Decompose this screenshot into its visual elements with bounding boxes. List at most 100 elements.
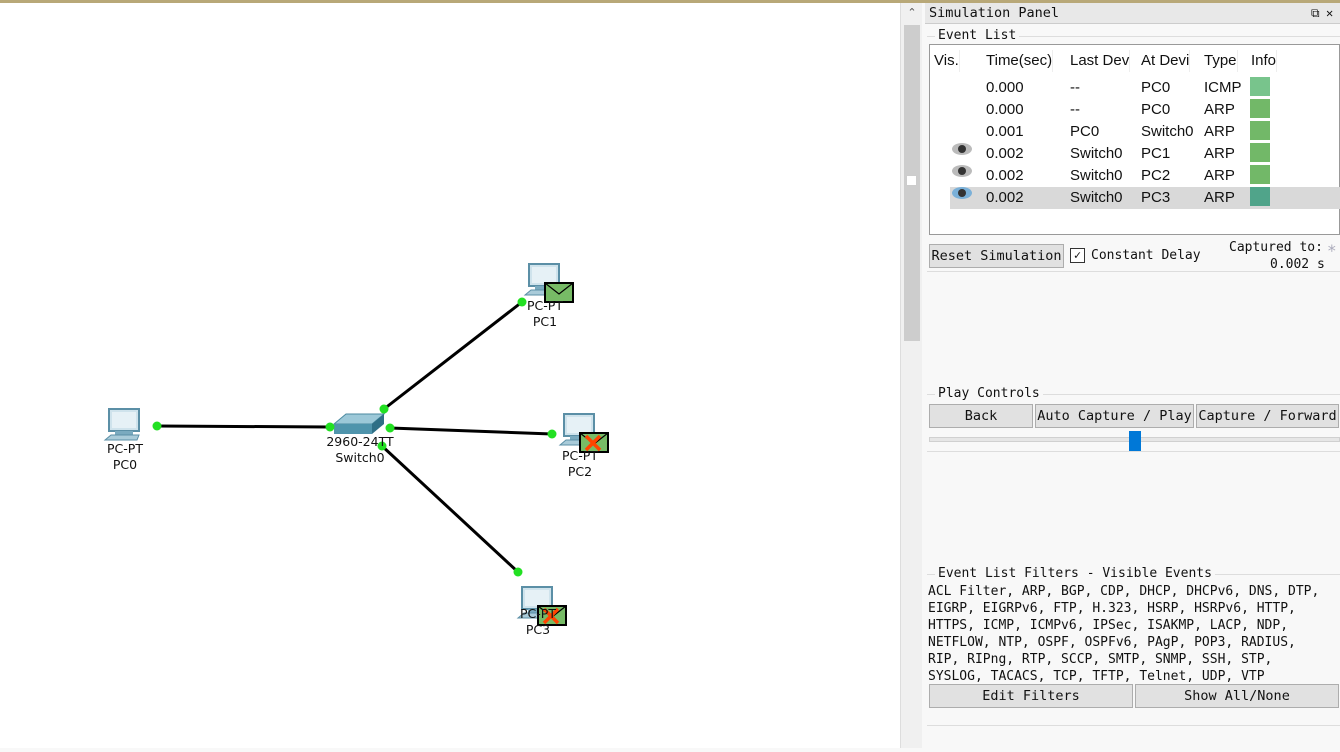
divider xyxy=(927,271,1340,272)
canvas-vertical-scrollbar[interactable]: ⌃ xyxy=(900,3,922,748)
port-light xyxy=(385,423,395,433)
play-controls-group: Play Controls xyxy=(927,386,1340,402)
cell-last: Switch0 xyxy=(1070,167,1123,184)
event-row[interactable]: 0.000 -- PC0 ARP xyxy=(930,99,1340,121)
cell-at: PC3 xyxy=(1141,189,1171,206)
event-row[interactable]: 0.002 Switch0 PC2 ARP xyxy=(930,165,1340,187)
info-color-swatch[interactable] xyxy=(1250,143,1270,162)
pc3-name-label: PC3 xyxy=(526,622,550,637)
port-light xyxy=(513,567,523,577)
link-switch0-pc1[interactable] xyxy=(383,300,523,411)
cell-type: ICMP xyxy=(1204,79,1242,96)
cell-last: -- xyxy=(1070,101,1080,118)
back-button[interactable]: Back xyxy=(929,404,1033,428)
show-all-none-button[interactable]: Show All/None xyxy=(1135,684,1339,708)
table-header: Vis. Time(sec) Last Dev At Devi Type Inf… xyxy=(930,45,1340,72)
captured-to-value: 0.002 s xyxy=(1270,257,1325,272)
switch0-name-label: Switch0 xyxy=(335,450,384,465)
info-color-swatch[interactable] xyxy=(1250,121,1270,140)
info-color-swatch[interactable] xyxy=(1250,77,1270,96)
auto-capture-play-button[interactable]: Auto Capture / Play xyxy=(1035,404,1194,428)
pc2-model-label: PC-PT xyxy=(562,448,598,463)
cell-type: ARP xyxy=(1204,101,1235,118)
visible-events-list: ACL Filter, ARP, BGP, CDP, DHCP, DHCPv6,… xyxy=(928,583,1340,685)
constant-delay-checkbox[interactable]: ✓ xyxy=(1070,248,1085,263)
col-last-device[interactable]: Last Dev xyxy=(1070,50,1131,72)
cell-time: 0.001 xyxy=(986,123,1024,140)
scroll-marker xyxy=(906,175,917,186)
filter-line: NETFLOW, NTP, OSPF, OSPFv6, PAgP, POP3, … xyxy=(928,635,1296,650)
port-light xyxy=(517,297,527,307)
slider-handle[interactable] xyxy=(1128,431,1141,451)
eye-icon[interactable] xyxy=(952,143,972,155)
reset-simulation-button[interactable]: Reset Simulation xyxy=(929,244,1064,268)
port-light xyxy=(547,429,557,439)
filter-line: RIP, RIPng, RTP, SCCP, SMTP, SNMP, SSH, … xyxy=(928,652,1273,667)
port-light xyxy=(152,421,162,431)
link-pc0-switch0[interactable] xyxy=(156,424,331,429)
close-icon[interactable]: ✕ xyxy=(1326,3,1333,24)
event-row[interactable]: 0.002 Switch0 PC3 ARP xyxy=(950,187,1340,209)
col-info[interactable]: Info xyxy=(1251,50,1278,72)
asterisk-icon: * xyxy=(1327,241,1337,260)
cell-last: Switch0 xyxy=(1070,145,1123,162)
pc1-device[interactable] xyxy=(523,263,574,303)
cell-type: ARP xyxy=(1204,123,1235,140)
cell-at: PC0 xyxy=(1141,101,1171,118)
info-color-swatch[interactable] xyxy=(1250,99,1270,118)
col-type[interactable]: Type xyxy=(1204,50,1238,72)
pc2-device[interactable] xyxy=(558,413,609,453)
restore-icon[interactable]: ⧉ xyxy=(1311,3,1320,24)
pc3-model-label: PC-PT xyxy=(520,606,556,621)
eye-icon[interactable] xyxy=(952,187,972,199)
event-row[interactable]: 0.001 PC0 Switch0 ARP xyxy=(930,121,1340,143)
col-time[interactable]: Time(sec) xyxy=(986,50,1054,72)
cell-at: PC2 xyxy=(1141,167,1171,184)
cell-time: 0.000 xyxy=(986,101,1024,118)
event-list-table[interactable]: Vis. Time(sec) Last Dev At Devi Type Inf… xyxy=(929,44,1340,235)
cell-type: ARP xyxy=(1204,189,1235,206)
capture-forward-button[interactable]: Capture / Forward xyxy=(1196,404,1339,428)
cell-time: 0.002 xyxy=(986,167,1024,184)
scroll-up-arrow-icon[interactable]: ⌃ xyxy=(901,3,923,23)
event-row[interactable]: 0.002 Switch0 PC1 ARP xyxy=(930,143,1340,165)
switch0-device[interactable] xyxy=(332,413,386,434)
pc0-device[interactable] xyxy=(103,408,140,441)
port-light xyxy=(379,404,389,414)
switch0-model-label: 2960-24TT xyxy=(326,434,394,449)
col-at-device[interactable]: At Devi xyxy=(1141,50,1191,72)
event-list-label: Event List xyxy=(935,28,1020,44)
info-color-swatch[interactable] xyxy=(1250,187,1270,206)
cell-last: -- xyxy=(1070,79,1080,96)
filter-line: HTTPS, ICMP, ICMPv6, IPSec, ISAKMP, LACP… xyxy=(928,618,1289,633)
cell-last: Switch0 xyxy=(1070,189,1123,206)
link-switch0-pc2[interactable] xyxy=(389,426,553,436)
info-color-swatch[interactable] xyxy=(1250,165,1270,184)
pc1-model-label: PC-PT xyxy=(527,298,563,313)
logical-workspace[interactable]: PC-PT PC0 2960-24TT Switch0 PC-PT PC1 PC-PT PC2… xyxy=(0,3,900,748)
event-row[interactable]: 0.000 -- PC0 ICMP xyxy=(930,77,1340,99)
link-switch0-pc3[interactable] xyxy=(380,444,520,574)
cell-at: PC1 xyxy=(1141,145,1171,162)
play-controls-label: Play Controls xyxy=(935,386,1043,402)
cell-type: ARP xyxy=(1204,167,1235,184)
pc2-name-label: PC2 xyxy=(568,464,592,479)
topology: PC-PTPC02960-24TTSwitch0PC-PTPC1PC-PTPC2… xyxy=(103,263,609,637)
switch-icon xyxy=(332,413,386,434)
divider xyxy=(927,451,1340,452)
cell-at: PC0 xyxy=(1141,79,1171,96)
filters-group: Event List Filters - Visible Events xyxy=(927,566,1340,582)
filter-line: EIGRP, EIGRPv6, FTP, H.323, HSRP, HSRPv6… xyxy=(928,601,1296,616)
captured-to-label: Captured to: xyxy=(1229,240,1323,255)
cell-time: 0.002 xyxy=(986,145,1024,162)
edit-filters-button[interactable]: Edit Filters xyxy=(929,684,1133,708)
cell-at: Switch0 xyxy=(1141,123,1194,140)
col-vis[interactable]: Vis. xyxy=(934,50,960,72)
cell-last: PC0 xyxy=(1070,123,1100,140)
divider xyxy=(927,725,1340,726)
eye-icon[interactable] xyxy=(952,165,972,177)
filters-label: Event List Filters - Visible Events xyxy=(935,566,1215,582)
pc-icon xyxy=(103,408,140,441)
pc1-name-label: PC1 xyxy=(533,314,557,329)
filter-line: SYSLOG, TACACS, TCP, TFTP, Telnet, UDP, … xyxy=(928,669,1265,684)
